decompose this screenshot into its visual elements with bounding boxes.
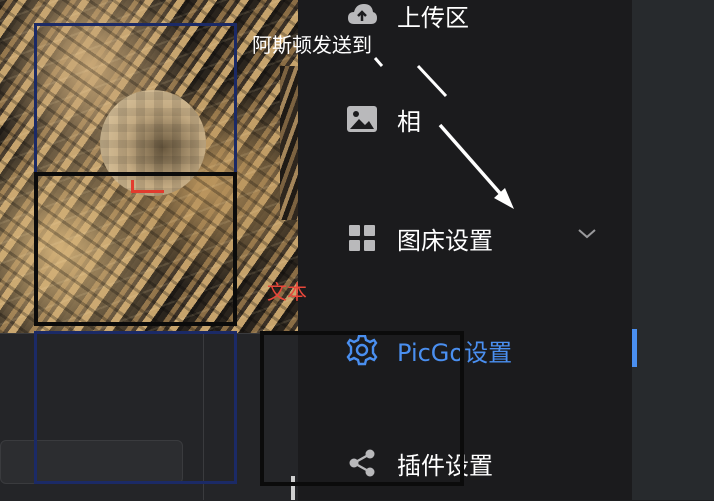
sidebar-item-album[interactable]: 相 xyxy=(345,101,421,137)
sidebar-item-image-hosting[interactable]: 图床设置 xyxy=(345,219,493,257)
annotation-box-black-middle xyxy=(34,172,237,326)
active-indicator xyxy=(632,329,637,367)
annotation-red-text: 文本 xyxy=(267,280,307,304)
sidebar-item-upload[interactable]: 上传区 xyxy=(345,0,469,32)
image-icon xyxy=(345,102,379,136)
chevron-down-icon[interactable] xyxy=(576,222,598,244)
annotation-box-navy-bottom xyxy=(34,331,237,484)
annotation-text: 阿斯顿发送到 xyxy=(252,33,372,57)
cloud-upload-icon xyxy=(345,0,379,32)
right-panel xyxy=(632,0,714,500)
annotation-box-black-bottom xyxy=(260,331,464,486)
sidebar-item-label: 相 xyxy=(397,107,421,136)
annotation-box-navy-top xyxy=(34,23,237,175)
sidebar-item-label: 图床设置 xyxy=(397,226,493,255)
grid-icon xyxy=(345,221,379,255)
sidebar-item-label: 上传区 xyxy=(397,3,469,32)
